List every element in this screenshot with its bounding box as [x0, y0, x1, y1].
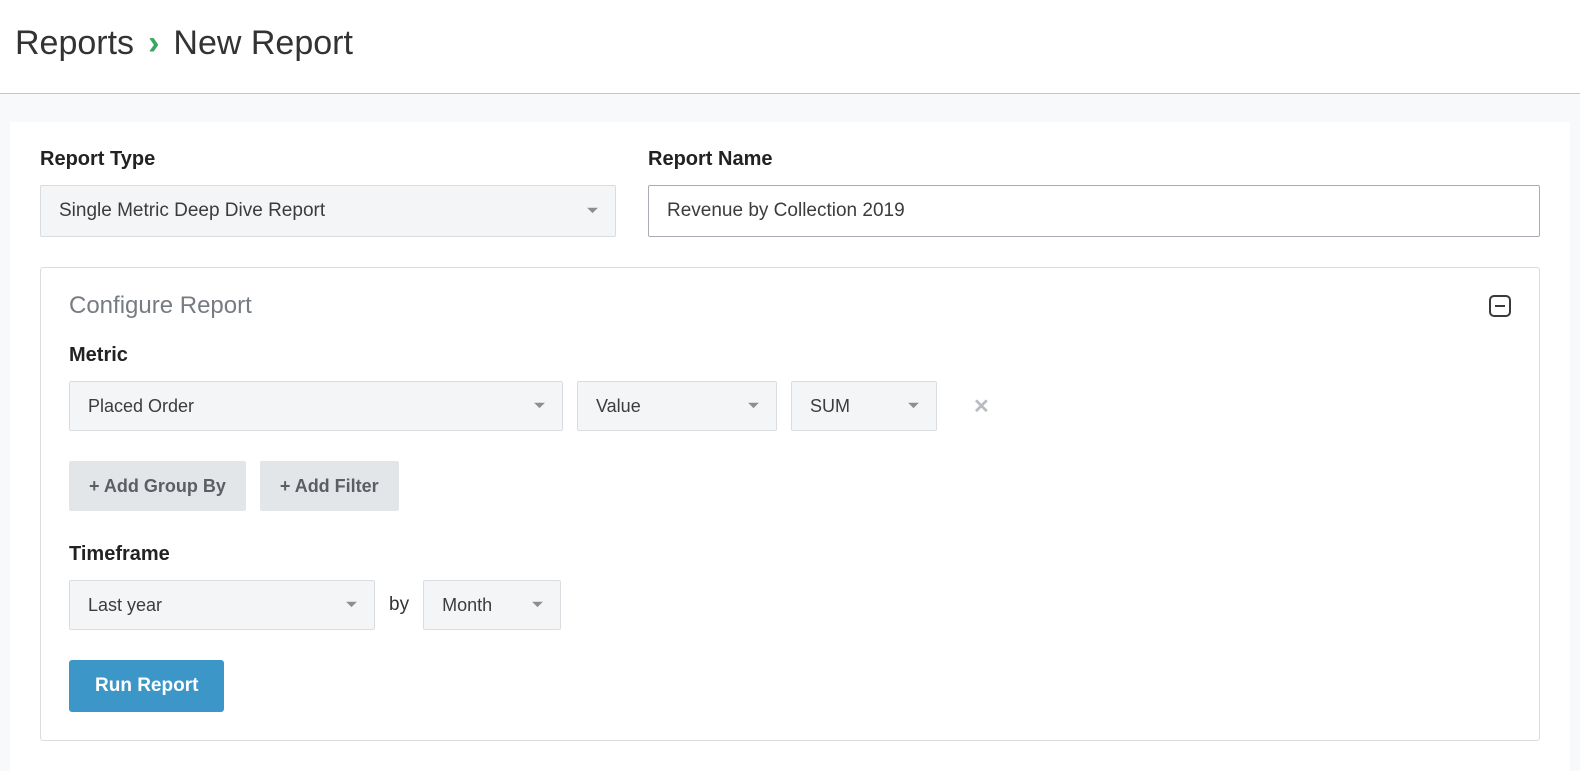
- add-group-by-button[interactable]: + Add Group By: [69, 461, 246, 511]
- report-form-card: Report Type Single Metric Deep Dive Repo…: [10, 122, 1570, 771]
- timeframe-interval-select[interactable]: Month: [423, 580, 561, 630]
- report-name-label: Report Name: [648, 148, 1540, 171]
- metric-label: Metric: [69, 344, 1511, 367]
- metric-actions-row: + Add Group By + Add Filter: [69, 461, 1511, 511]
- top-fields-row: Report Type Single Metric Deep Dive Repo…: [40, 148, 1540, 237]
- metric-aggregate-value: SUM: [810, 396, 850, 417]
- run-report-button[interactable]: Run Report: [69, 660, 224, 712]
- remove-metric-button[interactable]: ✕: [965, 394, 998, 419]
- timeframe-range-value: Last year: [88, 595, 162, 616]
- report-type-value: Single Metric Deep Dive Report: [59, 200, 325, 222]
- report-type-label: Report Type: [40, 148, 616, 171]
- report-name-input[interactable]: [648, 185, 1540, 237]
- close-icon: ✕: [973, 396, 990, 418]
- breadcrumb-root-link[interactable]: Reports: [15, 24, 134, 63]
- page-header: Reports › New Report: [0, 0, 1580, 94]
- configure-report-panel: Configure Report Metric Placed Order Val…: [40, 267, 1540, 741]
- metric-property-select[interactable]: Value: [577, 381, 777, 431]
- timeframe-label: Timeframe: [69, 543, 1511, 566]
- configure-title: Configure Report: [69, 292, 252, 320]
- report-type-field: Report Type Single Metric Deep Dive Repo…: [40, 148, 616, 237]
- chevron-right-icon: ›: [148, 24, 159, 63]
- collapse-button[interactable]: [1489, 295, 1511, 317]
- metric-property-value: Value: [596, 396, 641, 417]
- configure-header: Configure Report: [69, 292, 1511, 320]
- minus-icon: [1495, 305, 1505, 307]
- breadcrumb-current: New Report: [173, 24, 353, 63]
- report-type-select[interactable]: Single Metric Deep Dive Report: [40, 185, 616, 237]
- metric-row: Placed Order Value SUM: [69, 381, 1511, 431]
- breadcrumb: Reports › New Report: [15, 24, 1565, 63]
- caret-down-icon: [531, 601, 544, 610]
- timeframe-interval-value: Month: [442, 595, 492, 616]
- caret-down-icon: [747, 402, 760, 411]
- metric-event-value: Placed Order: [88, 396, 194, 417]
- caret-down-icon: [345, 601, 358, 610]
- timeframe-by-label: by: [389, 594, 409, 616]
- timeframe-range-select[interactable]: Last year: [69, 580, 375, 630]
- timeframe-row: Last year by Month: [69, 580, 1511, 630]
- caret-down-icon: [533, 402, 546, 411]
- metric-event-select[interactable]: Placed Order: [69, 381, 563, 431]
- caret-down-icon: [907, 402, 920, 411]
- metric-aggregate-select[interactable]: SUM: [791, 381, 937, 431]
- add-filter-button[interactable]: + Add Filter: [260, 461, 399, 511]
- caret-down-icon: [586, 207, 599, 216]
- page-body: Report Type Single Metric Deep Dive Repo…: [0, 94, 1580, 771]
- report-name-field: Report Name: [648, 148, 1540, 237]
